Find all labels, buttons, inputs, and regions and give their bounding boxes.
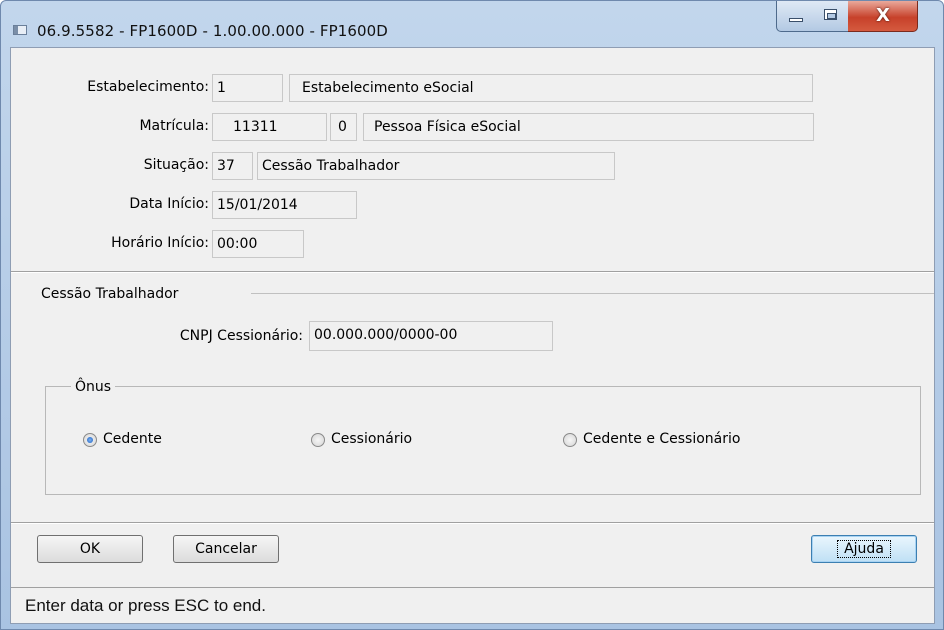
- window-title: 06.9.5582 - FP1600D - 1.00.00.000 - FP16…: [37, 22, 388, 40]
- maximize-icon: [824, 9, 837, 20]
- matricula-number-field[interactable]: 11311: [212, 113, 327, 141]
- close-icon: X: [876, 5, 890, 26]
- form-client-area: Estabelecimento: 1 Estabelecimento eSoci…: [10, 47, 935, 624]
- situacao-label: Situação:: [143, 157, 209, 173]
- cnpj-cessionario-label: CNPJ Cessionário:: [179, 328, 303, 344]
- onus-group-title: Ônus: [71, 379, 116, 395]
- cessao-group-title: Cessão Trabalhador: [41, 286, 179, 302]
- minimize-icon: [789, 18, 803, 22]
- cancel-button[interactable]: Cancelar: [173, 535, 279, 563]
- situacao-code-field[interactable]: 37: [212, 152, 253, 180]
- minimize-button[interactable]: [776, 1, 814, 32]
- data-inicio-label: Data Início:: [129, 196, 209, 212]
- button-bar-divider: [11, 522, 934, 524]
- cessao-group-line: [251, 293, 934, 294]
- maximize-button[interactable]: [813, 1, 849, 32]
- estabelecimento-code-field[interactable]: 1: [212, 74, 283, 102]
- radio-cessionario-label[interactable]: Cessionário: [331, 431, 412, 447]
- help-button-label: Ajuda: [837, 540, 891, 558]
- status-message: Enter data or press ESC to end.: [25, 596, 266, 615]
- radio-cedente-label[interactable]: Cedente: [103, 431, 162, 447]
- ok-button[interactable]: OK: [37, 535, 143, 563]
- matricula-label: Matrícula:: [139, 118, 209, 134]
- horario-inicio-label: Horário Início:: [111, 235, 209, 251]
- radio-cedente-e-cessionario[interactable]: [563, 433, 577, 447]
- estabelecimento-name-field: Estabelecimento eSocial: [289, 74, 813, 102]
- matricula-digit-field[interactable]: 0: [330, 113, 357, 141]
- status-bar: Enter data or press ESC to end.: [11, 587, 934, 623]
- onus-groupbox: [45, 386, 921, 495]
- app-icon[interactable]: [13, 25, 27, 35]
- cnpj-cessionario-field[interactable]: 00.000.000/0000-00: [309, 321, 553, 351]
- section-divider: [11, 271, 934, 273]
- matricula-name-field: Pessoa Física eSocial: [363, 113, 814, 141]
- data-inicio-field[interactable]: 15/01/2014: [212, 191, 357, 219]
- title-bar[interactable]: 06.9.5582 - FP1600D - 1.00.00.000 - FP16…: [1, 1, 943, 47]
- close-button[interactable]: X: [848, 1, 918, 32]
- situacao-description-field: Cessão Trabalhador: [257, 152, 615, 180]
- help-button[interactable]: Ajuda: [811, 535, 917, 563]
- estabelecimento-label: Estabelecimento:: [87, 79, 209, 95]
- radio-cedente-e-cessionario-label[interactable]: Cedente e Cessionário: [583, 431, 740, 447]
- app-window: 06.9.5582 - FP1600D - 1.00.00.000 - FP16…: [0, 0, 944, 630]
- horario-inicio-field[interactable]: 00:00: [212, 230, 304, 258]
- radio-cessionario[interactable]: [311, 433, 325, 447]
- radio-cedente[interactable]: [83, 433, 97, 447]
